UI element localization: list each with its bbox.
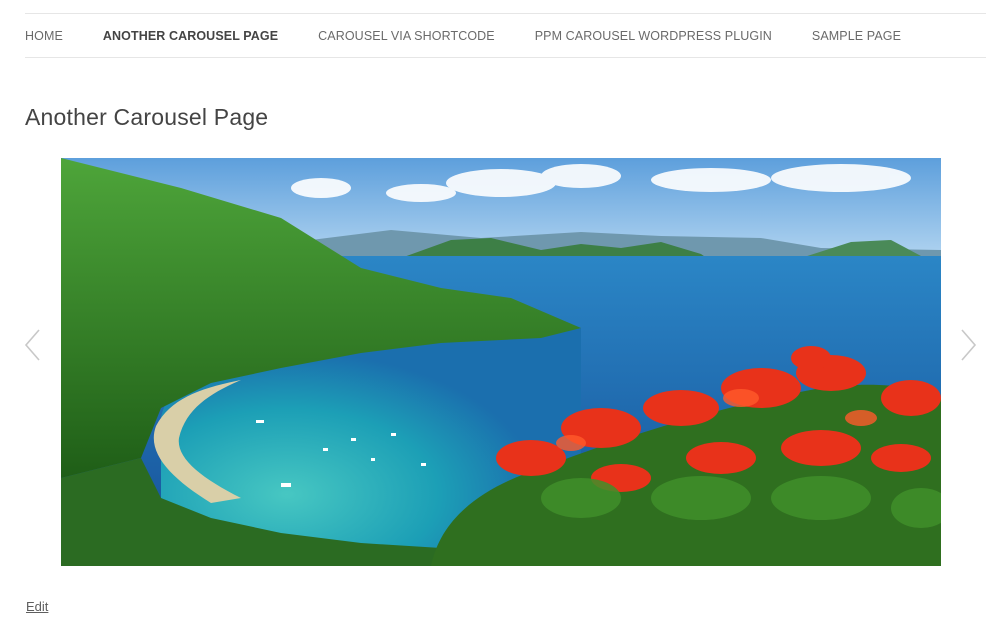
edit-link[interactable]: Edit [26,599,48,614]
page-root: HOME ANOTHER CAROUSEL PAGE CAROUSEL VIA … [0,0,998,630]
chevron-right-icon [961,329,977,361]
nav-item-sample-page[interactable]: SAMPLE PAGE [812,29,901,43]
carousel-slide[interactable] [61,158,941,566]
nav-item-carousel-via-shortcode[interactable]: CAROUSEL VIA SHORTCODE [318,29,495,43]
page-title: Another Carousel Page [25,104,269,130]
chevron-left-icon [24,329,40,361]
tropical-bay-landscape-photo [61,158,941,566]
main-nav: HOME ANOTHER CAROUSEL PAGE CAROUSEL VIA … [25,13,986,58]
carousel-next-button[interactable] [958,328,978,362]
nav-item-home[interactable]: HOME [25,29,63,43]
nav-item-ppm-carousel-plugin[interactable]: PPM CAROUSEL WORDPRESS PLUGIN [535,29,772,43]
nav-item-another-carousel-page[interactable]: ANOTHER CAROUSEL PAGE [103,29,278,43]
carousel-prev-button[interactable] [24,328,44,362]
